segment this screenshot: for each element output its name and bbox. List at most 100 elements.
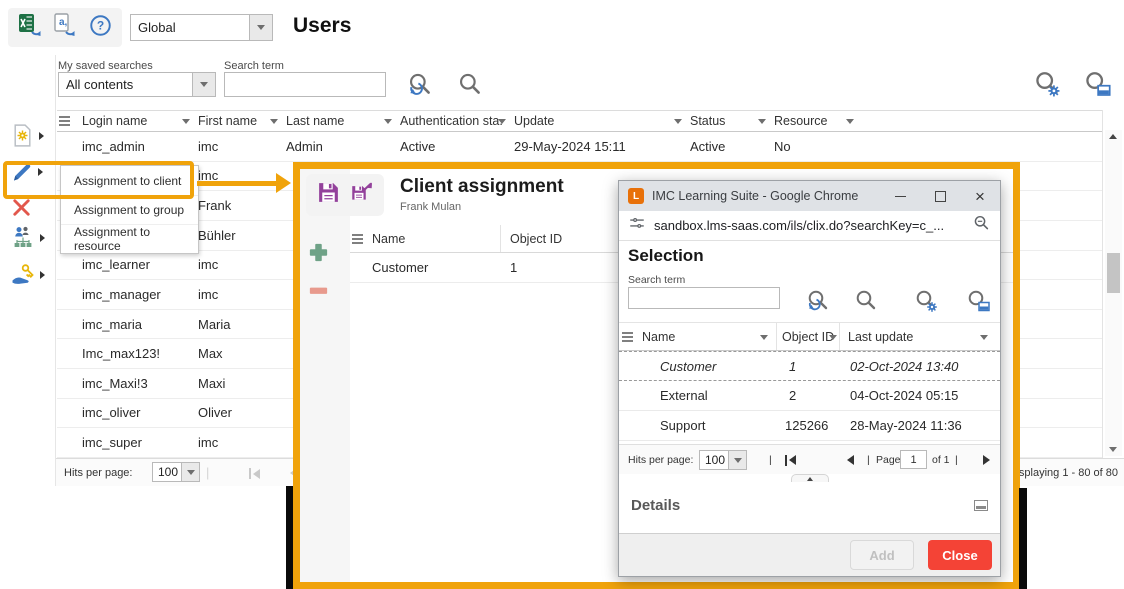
saved-searches-label: My saved searches [58,60,153,72]
vertical-scrollbar[interactable] [1105,130,1122,456]
cell-name: External [637,381,776,410]
menu-item-assignment-to-resource[interactable]: Assignment to resource [61,224,198,253]
user-cell: imc_oliver [80,399,196,428]
first-page-button[interactable] [249,468,260,479]
edit-button[interactable] [10,160,43,184]
delete-icon [10,196,33,219]
selection-row[interactable]: Support 125266 28-May-2024 11:36 [619,411,1000,441]
save-close-icon[interactable] [350,180,375,210]
cell-name: Customer [637,352,776,380]
delete-button[interactable] [10,196,33,219]
column-header-update[interactable]: Update [512,111,688,131]
selection-row[interactable]: Customer 1 02-Oct-2024 13:40 [619,351,1000,381]
search-refresh-icon[interactable] [406,71,434,104]
users-table-header: Login name First name Last name Authenti… [57,110,1102,132]
column-filter-icon[interactable] [846,119,854,124]
column-header-resource[interactable]: Resource [772,111,860,131]
shadow-strip-right [1019,488,1027,589]
client-scope-select[interactable]: Global [130,14,273,41]
column-header-first[interactable]: First name [196,111,284,131]
column-header-auth[interactable]: Authentication sta. [398,111,512,131]
column-header-last[interactable]: Last name [284,111,398,131]
add-button[interactable]: Add [850,540,914,570]
column-filter-icon[interactable] [384,119,392,124]
hits-per-page-value: 100 [153,463,181,481]
saved-searches-dropdown-button[interactable] [192,73,215,96]
drag-handle-icon[interactable] [57,111,80,131]
search-refresh-icon[interactable] [805,288,831,314]
details-panel: Details [619,482,1000,534]
column-filter-icon[interactable] [674,119,682,124]
column-filter-icon[interactable] [758,119,766,124]
search-icon[interactable] [456,71,484,104]
column-header-name[interactable]: Name [370,225,500,252]
hits-per-page-select[interactable]: 100 [699,450,747,470]
help-icon[interactable]: ? [88,13,113,43]
user-cell: imc_super [80,428,196,457]
search-term-input[interactable] [224,72,386,97]
user-row[interactable]: imc_adminimcAdminActive29-May-2024 15:11… [57,132,1102,162]
chrome-urlbar[interactable]: sandbox.lms-saas.com/ils/clix.do?searchK… [619,211,1000,241]
close-window-button[interactable]: × [960,181,1000,211]
of-pages-label: of 1 [932,445,950,475]
search-window-icon[interactable] [1082,69,1112,104]
page-number-input[interactable] [900,450,927,469]
first-page-button[interactable] [785,445,796,475]
zoom-icon[interactable] [972,214,991,238]
column-filter-icon[interactable] [980,335,988,340]
row-handle [57,310,80,339]
site-settings-icon[interactable] [628,214,646,237]
selection-search-input[interactable] [628,287,780,309]
assignment-button[interactable] [10,225,45,251]
excel-export-icon[interactable] [17,12,43,43]
scroll-up-icon[interactable] [1109,134,1117,139]
saved-searches-select[interactable]: All contents [58,72,216,97]
scroll-down-icon[interactable] [1109,447,1117,452]
search-window-icon[interactable] [965,288,991,314]
displaying-count: Displaying 1 - 80 of 80 [1009,467,1118,479]
close-button[interactable]: Close [928,540,992,570]
column-header-name[interactable]: Name [637,323,776,350]
hits-dropdown-button[interactable] [728,451,746,469]
selection-row[interactable]: External 2 04-Oct-2024 05:15 [619,381,1000,411]
column-filter-icon[interactable] [498,119,506,124]
column-filter-icon[interactable] [760,335,768,340]
access-button[interactable] [10,262,45,288]
client-scope-dropdown-button[interactable] [249,15,272,40]
assignment-org-icon [10,225,36,251]
drag-handle-icon[interactable] [350,225,370,252]
search-icon[interactable] [853,288,879,314]
menu-item-assignment-to-client[interactable]: Assignment to client [61,166,198,195]
next-page-button[interactable] [983,445,990,475]
prev-page-button[interactable] [847,445,854,475]
column-header-object-id[interactable]: Object ID [776,323,839,350]
column-filter-icon[interactable] [829,335,837,340]
chrome-titlebar[interactable]: L IMC Learning Suite - Google Chrome × [619,181,1000,211]
hits-per-page-select[interactable]: 100 [152,462,200,482]
popup-title: Client assignment [400,176,564,198]
hits-dropdown-button[interactable] [181,463,199,481]
add-plus-icon[interactable] [307,241,330,269]
drag-handle-icon[interactable] [619,323,637,350]
column-header-login[interactable]: Login name [80,111,196,131]
new-document-button[interactable] [10,123,44,148]
minimize-panel-icon[interactable] [974,500,988,511]
page-title: Users [293,14,351,38]
popup-rail [300,169,350,582]
selection-table-header: Name Object ID Last update [619,322,1000,351]
minimize-button[interactable] [880,181,920,211]
save-icon[interactable] [316,180,341,210]
search-settings-icon[interactable] [1032,69,1062,104]
menu-item-assignment-to-group[interactable]: Assignment to group [61,195,198,224]
doc-export-icon[interactable]: a, [52,12,78,43]
column-filter-icon[interactable] [182,119,190,124]
search-settings-icon[interactable] [913,288,939,314]
column-header-status[interactable]: Status [688,111,772,131]
column-header-last-update[interactable]: Last update [839,323,998,350]
collapse-panel-handle[interactable] [791,474,829,482]
remove-minus-icon[interactable] [307,279,330,307]
column-filter-icon[interactable] [270,119,278,124]
scrollbar-thumb[interactable] [1107,253,1120,293]
url-text[interactable]: sandbox.lms-saas.com/ils/clix.do?searchK… [654,218,972,233]
maximize-button[interactable] [920,181,960,211]
